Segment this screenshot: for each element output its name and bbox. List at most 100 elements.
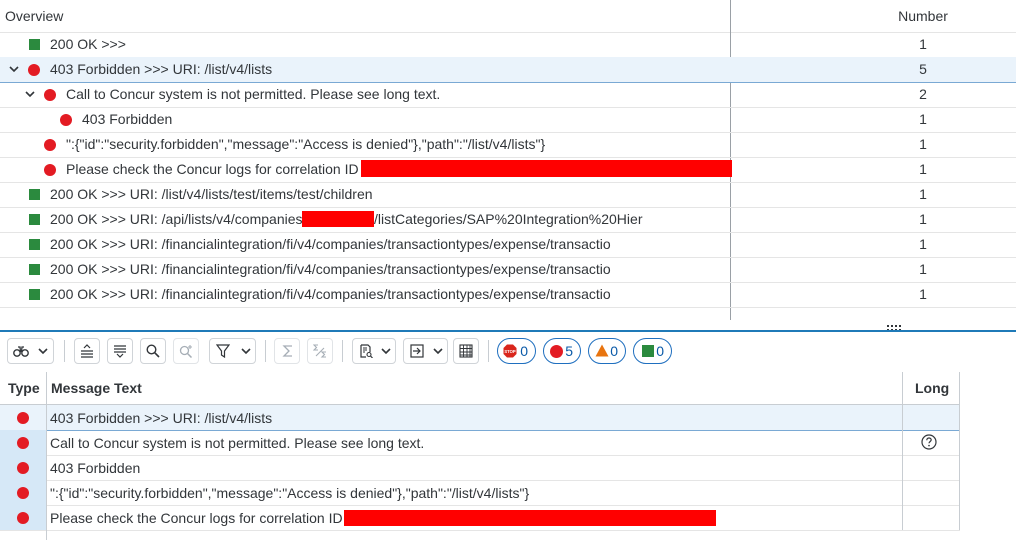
error-dot-icon (17, 437, 29, 449)
success-square-icon (29, 39, 40, 50)
details-menu-button[interactable] (7, 338, 54, 364)
error-dot-icon (550, 345, 563, 358)
sum-button[interactable] (274, 338, 300, 364)
pane-splitter[interactable] (0, 321, 1016, 332)
tree-row-text: 200 OK >>> URI: /financialintegration/fi… (50, 261, 611, 277)
message-text: 403 Forbidden (50, 460, 141, 476)
tree-row-number: 1 (919, 111, 927, 127)
tree-row-number: 1 (919, 36, 927, 52)
tree-row[interactable]: 200 OK >>> URI: /financialintegration/fi… (0, 232, 1016, 258)
subtotal-icon (313, 344, 326, 358)
message-row[interactable]: 403 Forbidden (0, 455, 960, 481)
column-header-number[interactable]: Number (870, 8, 976, 24)
chevron-down-icon[interactable] (23, 87, 37, 101)
column-header-type[interactable]: Type (8, 380, 40, 396)
error-dot-icon (44, 89, 56, 101)
find-next-icon (179, 345, 193, 358)
tree-row-number: 1 (919, 186, 927, 202)
message-type-cell (0, 505, 46, 530)
expand-all-icon (114, 345, 126, 358)
layout-grid-icon (459, 344, 473, 358)
tree-row-number: 1 (919, 161, 927, 177)
tree-row[interactable]: 200 OK >>> URI: /financialintegration/fi… (0, 257, 1016, 283)
subtotal-button[interactable] (307, 338, 333, 364)
tree-row-number: 1 (919, 136, 927, 152)
toolbar-separator (342, 340, 343, 362)
tree-row[interactable]: Please check the Concur logs for correla… (0, 157, 1016, 183)
tree-row-number: 1 (919, 211, 927, 227)
chevron-down-icon (38, 348, 48, 355)
message-type-cell (0, 480, 46, 505)
tree-row-text: 403 Forbidden (82, 111, 173, 127)
overview-tree-table: Overview Number 200 OK >>> 1 403 Forbidd… (0, 0, 1016, 322)
error-dot-icon (17, 512, 29, 524)
tree-row-text: Please check the Concur logs for correla… (66, 161, 359, 177)
find-button[interactable] (140, 338, 166, 364)
toolbar-separator (64, 340, 65, 362)
message-type-cell (0, 430, 46, 455)
column-divider (959, 372, 960, 530)
success-square-icon (29, 289, 40, 300)
message-row[interactable]: Please check the Concur logs for correla… (0, 505, 960, 531)
find-next-button[interactable] (173, 338, 199, 364)
tree-row-text: 200 OK >>> (50, 36, 126, 52)
chevron-down-icon (433, 348, 443, 355)
filter-menu-button[interactable] (209, 338, 256, 364)
layout-button[interactable] (453, 338, 479, 364)
column-divider (46, 372, 47, 540)
success-square-icon (29, 214, 40, 225)
column-header-long[interactable]: Long (915, 380, 949, 396)
warning-triangle-icon (595, 344, 609, 357)
tree-row-number: 1 (919, 236, 927, 252)
message-toolbar: STOP 0 5 0 0 (0, 336, 1016, 368)
error-dot-icon (28, 64, 40, 76)
stop-icon: STOP (503, 344, 517, 358)
collapse-all-button[interactable] (74, 338, 100, 364)
column-divider (902, 372, 903, 530)
chevron-down-icon[interactable] (7, 62, 21, 76)
overview-header-row: Overview Number (0, 0, 1016, 33)
expand-all-button[interactable] (107, 338, 133, 364)
error-count: 5 (565, 343, 573, 359)
tree-row[interactable]: 200 OK >>> URI: /api/lists/v4/companies … (0, 207, 1016, 233)
column-header-overview[interactable]: Overview (5, 8, 63, 24)
tree-row[interactable]: 200 OK >>> 1 (0, 32, 1016, 58)
error-count-button[interactable]: 5 (543, 338, 581, 364)
success-count-button[interactable]: 0 (633, 338, 672, 364)
tree-row-text-before: 200 OK >>> URI: /api/lists/v4/companies (50, 211, 303, 227)
tree-row-number: 5 (919, 61, 927, 77)
stop-count: 0 (520, 343, 528, 359)
tree-row-text-after: /listCategories/SAP%20Integration%20Hier (374, 211, 643, 227)
filter-icon (216, 344, 230, 358)
find-icon (146, 344, 160, 358)
redaction-bar (344, 510, 716, 526)
error-dot-icon (17, 462, 29, 474)
message-row[interactable]: Call to Concur system is not permitted. … (0, 430, 960, 456)
success-square-icon (642, 345, 654, 357)
collapse-all-icon (81, 344, 93, 358)
chevron-down-icon (241, 348, 251, 355)
tree-row[interactable]: ":{"id":"security.forbidden","message":"… (0, 132, 1016, 158)
tree-row[interactable]: 403 Forbidden >>> URI: /list/v4/lists 5 (0, 57, 1016, 83)
tree-row[interactable]: 200 OK >>> URI: /list/v4/lists/test/item… (0, 182, 1016, 208)
success-square-icon (29, 189, 40, 200)
error-dot-icon (60, 114, 72, 126)
export-icon (410, 344, 424, 358)
success-count: 0 (656, 343, 664, 359)
column-header-message-text[interactable]: Message Text (51, 380, 142, 396)
warning-count-button[interactable]: 0 (588, 338, 626, 364)
message-table: Type Message Text Long 403 Forbidden >>>… (0, 372, 1016, 540)
export-menu-button[interactable] (403, 338, 448, 364)
tree-row[interactable]: Call to Concur system is not permitted. … (0, 82, 1016, 108)
message-row[interactable]: ":{"id":"security.forbidden","message":"… (0, 480, 960, 506)
tree-row-text: 200 OK >>> URI: /list/v4/lists/test/item… (50, 186, 373, 202)
long-text-help-icon[interactable] (921, 434, 937, 450)
tree-row[interactable]: 403 Forbidden 1 (0, 107, 1016, 133)
success-square-icon (29, 239, 40, 250)
tree-row-number: 1 (919, 261, 927, 277)
stop-count-button[interactable]: STOP 0 (497, 338, 536, 364)
tree-row[interactable]: 200 OK >>> URI: /financialintegration/fi… (0, 282, 1016, 308)
message-text: ":{"id":"security.forbidden","message":"… (50, 485, 530, 501)
print-menu-button[interactable] (352, 338, 396, 364)
message-row[interactable]: 403 Forbidden >>> URI: /list/v4/lists (0, 405, 960, 431)
